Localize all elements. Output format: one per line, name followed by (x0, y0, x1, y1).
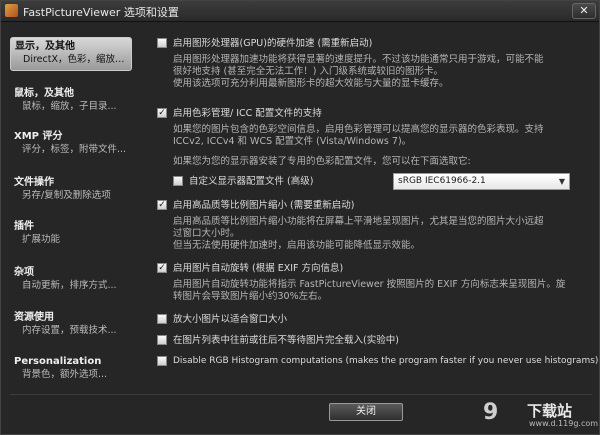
custom-profile-label[interactable]: 自定义显示器配置文件 (高级) (189, 175, 313, 188)
disable-histogram-label[interactable]: Disable RGB Histogram computations (make… (173, 355, 598, 368)
option-enlarge-small: 放大小图片以适合窗口大小 (151, 313, 591, 327)
profile-select-value: sRGB IEC61966-2.1 (398, 176, 486, 186)
desc-line: 启用图片自动旋转功能将指示 FastPictureViewer 按照图片的 EX… (173, 279, 566, 290)
enlarge-small-checkbox[interactable] (157, 314, 167, 324)
color-management-checkbox[interactable]: ✓ (157, 108, 167, 118)
option-auto-rotate: ✓ 启用图片自动旋转 (根据 EXIF 方向信息) 启用图片自动旋转功能将指示 … (151, 262, 591, 302)
sidebar-item-mouse[interactable]: 鼠标，及其他 鼠标，缩放，子目录... (10, 85, 132, 119)
window-close-button[interactable]: ✕ (572, 3, 596, 19)
close-icon: ✕ (579, 4, 589, 17)
sidebar-item-subtitle: 自动更新，排序方式... (22, 280, 117, 291)
gpu-label[interactable]: 启用图形处理器(GPU)的硬件加速 (需重新启动) (173, 37, 372, 50)
auto-rotate-checkbox[interactable]: ✓ (157, 263, 167, 273)
sidebar-item-subtitle: 评分，标签，附带文件... (22, 144, 127, 155)
window-title: FastPictureViewer 选项和设置 (23, 6, 179, 19)
desc-line: ICCv2, ICCv4 和 WCS 配置文件 (Vista/Windows 7… (173, 136, 412, 147)
desc-line: 启用高品质等比例图片缩小功能将在屏幕上平滑地呈现图片，尤其是当您的图片大小远超 (173, 216, 544, 227)
no-wait-load-label[interactable]: 在图片列表中往前或往后不等待图片完全载入(实验中) (173, 334, 399, 347)
sidebar-item-title: Personalization (14, 356, 102, 367)
custom-profile-row: 自定义显示器配置文件 (高级) sRGB IEC61966-2.1 ▼ (173, 173, 593, 190)
desc-line: 使用该选项可充分利用最新图形卡的超大效能与大量的显卡缓存。 (173, 78, 449, 89)
options-window: FastPictureViewer 选项和设置 ✕ 显示，及其他 DirectX… (0, 0, 600, 435)
sidebar-item-file-ops[interactable]: 文件操作 另存/复制及删除选项 (10, 174, 132, 208)
settings-sidebar: 显示，及其他 DirectX，色彩，缩放，... 鼠标，及其他 鼠标，缩放，子目… (10, 37, 134, 387)
footer-divider (10, 394, 592, 395)
sidebar-item-title: 鼠标，及其他 (14, 88, 74, 99)
app-icon (5, 4, 18, 17)
hq-downscale-label[interactable]: 启用高品质等比例图片缩小 (需要重新启动) (173, 199, 354, 212)
sidebar-item-resources[interactable]: 资源使用 内存设置，预载技术... (10, 309, 132, 343)
custom-profile-checkbox[interactable] (173, 176, 183, 186)
desc-line: 过窗口大小时。 (173, 228, 240, 239)
sidebar-item-title: 杂项 (14, 267, 34, 278)
option-color-management: ✓ 启用色彩管理/ ICC 配置文件的支持 如果您的图片包含的色彩空间信息，启用… (151, 107, 591, 190)
hq-downscale-description: 启用高品质等比例图片缩小功能将在屏幕上平滑地呈现图片，尤其是当您的图片大小远超 … (173, 216, 591, 252)
auto-rotate-label[interactable]: 启用图片自动旋转 (根据 EXIF 方向信息) (173, 262, 343, 275)
sidebar-item-subtitle: 内存设置，预载技术... (22, 325, 117, 336)
title-bar: FastPictureViewer 选项和设置 ✕ (1, 1, 599, 22)
gpu-checkbox[interactable] (157, 38, 167, 48)
disable-histogram-checkbox[interactable] (157, 356, 167, 366)
sidebar-item-title: 插件 (14, 221, 34, 232)
option-hq-downscale: ✓ 启用高品质等比例图片缩小 (需要重新启动) 启用高品质等比例图片缩小功能将在… (151, 199, 591, 251)
sidebar-item-title: XMP 评分 (14, 131, 63, 142)
sidebar-item-subtitle: 另存/复制及删除选项 (22, 190, 111, 201)
sidebar-item-subtitle: DirectX，色彩，缩放，... (23, 54, 127, 65)
hq-downscale-checkbox[interactable]: ✓ (157, 200, 167, 210)
profile-hint: 如果您为您的显示器安装了专用的色彩配置文件，您可以在下面选取它: (173, 156, 471, 167)
sidebar-item-title: 资源使用 (14, 312, 54, 323)
gpu-description: 启用图形处理器加速功能将获得显著的速度提升。不过该功能通常只用于游戏，可能不能 … (173, 54, 591, 90)
chevron-down-icon: ▼ (558, 177, 565, 186)
close-button[interactable]: 关闭 (329, 403, 403, 421)
desc-line: 很好地支持 (甚至完全无法工作！) 入门级系统或较旧的图形卡。 (173, 66, 443, 77)
no-wait-load-checkbox[interactable] (157, 335, 167, 345)
desc-line: 启用图形处理器加速功能将获得显著的速度提升。不过该功能通常只用于游戏，可能不能 (173, 54, 544, 65)
sidebar-item-subtitle: 扩展功能 (22, 234, 61, 245)
watermark-text: 下载站 (527, 402, 573, 420)
sidebar-item-personalization[interactable]: Personalization 背景色，额外选项... (10, 353, 132, 387)
watermark-logo: 9 (483, 400, 498, 425)
sidebar-item-title: 显示，及其他 (15, 41, 75, 52)
enlarge-small-label[interactable]: 放大小图片以适合窗口大小 (173, 313, 287, 326)
sidebar-item-title: 文件操作 (14, 177, 54, 188)
option-no-wait-load: 在图片列表中往前或往后不等待图片完全载入(实验中) (151, 334, 591, 348)
profile-select[interactable]: sRGB IEC61966-2.1 ▼ (393, 173, 570, 190)
desc-line: 转图片会导致图片缩小约30%左右。 (173, 291, 328, 302)
sidebar-item-misc[interactable]: 杂项 自动更新，排序方式... (10, 264, 132, 298)
color-management-description: 如果您的图片包含的色彩空间信息，启用色彩管理可以提高您的显示器的色彩表现。支持 … (173, 124, 591, 148)
watermark-url: www.d.119g.com (529, 419, 599, 428)
site-watermark: 9 下载站 www.d.119g.com (483, 398, 599, 432)
color-management-label[interactable]: 启用色彩管理/ ICC 配置文件的支持 (173, 107, 322, 120)
sidebar-item-display[interactable]: 显示，及其他 DirectX，色彩，缩放，... (10, 37, 132, 71)
sidebar-item-subtitle: 背景色，额外选项... (22, 369, 108, 380)
desc-line: 如果您的图片包含的色彩空间信息，启用色彩管理可以提高您的显示器的色彩表现。支持 (173, 124, 544, 135)
sidebar-item-xmp[interactable]: XMP 评分 评分，标签，附带文件... (10, 128, 132, 162)
sidebar-item-plugins[interactable]: 插件 扩展功能 (10, 218, 132, 252)
option-gpu: 启用图形处理器(GPU)的硬件加速 (需重新启动) 启用图形处理器加速功能将获得… (151, 37, 591, 89)
option-disable-histogram: Disable RGB Histogram computations (make… (151, 355, 598, 369)
sidebar-item-subtitle: 鼠标，缩放，子目录... (22, 101, 117, 112)
auto-rotate-description: 启用图片自动旋转功能将指示 FastPictureViewer 按照图片的 EX… (173, 279, 591, 303)
desc-line: 但当无法使用硬件加速时，启用该功能可能降低显示效能。 (173, 240, 421, 251)
